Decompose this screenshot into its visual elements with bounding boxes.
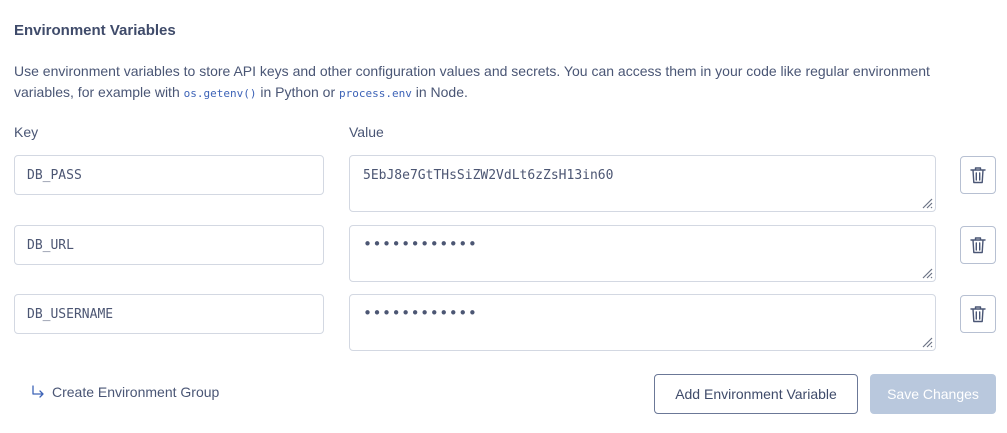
create-environment-group-label: Create Environment Group [52, 384, 220, 400]
resize-grip-icon[interactable] [921, 197, 933, 209]
section-title: Environment Variables [14, 22, 176, 39]
key-input-db-username[interactable]: DB_USERNAME [14, 294, 324, 334]
create-environment-group-link[interactable]: Create Environment Group [31, 384, 219, 400]
delete-variable-button[interactable] [960, 295, 996, 333]
value-input-db-pass[interactable]: 5EbJ8e7GtTHsSiZW2VdLt6zZsH13in60 [349, 155, 936, 212]
key-input-db-url[interactable]: DB_URL [14, 225, 324, 265]
description-text-1: Use environment variables to store API k… [14, 63, 930, 100]
code-process-env: process.env [339, 87, 412, 100]
corner-down-right-arrow-icon [32, 385, 44, 398]
trash-icon [970, 167, 986, 184]
description-text-3: in Node. [411, 84, 468, 100]
key-input-db-pass[interactable]: DB_PASS [14, 155, 324, 195]
code-getenv: os.getenv() [183, 87, 257, 100]
value-column-label: Value [349, 124, 384, 140]
environment-variables-panel: Environment Variables Use environment va… [0, 0, 1007, 433]
resize-grip-icon[interactable] [921, 336, 933, 348]
trash-icon [970, 306, 986, 323]
description-text-2: in Python or [256, 84, 339, 100]
value-input-db-url[interactable]: •••••••••••• [349, 225, 936, 282]
value-input-db-username[interactable]: •••••••••••• [349, 294, 936, 351]
save-changes-button[interactable]: Save Changes [870, 374, 996, 414]
resize-grip-icon[interactable] [921, 267, 933, 279]
masked-value-text: •••••••••••• [363, 304, 478, 322]
trash-icon [970, 237, 986, 254]
add-environment-variable-button[interactable]: Add Environment Variable [654, 374, 858, 414]
section-description: Use environment variables to store API k… [14, 61, 989, 104]
delete-variable-button[interactable] [960, 156, 996, 194]
delete-variable-button[interactable] [960, 226, 996, 264]
value-text: 5EbJ8e7GtTHsSiZW2VdLt6zZsH13in60 [363, 168, 614, 183]
masked-value-text: •••••••••••• [363, 235, 478, 253]
key-column-label: Key [14, 124, 39, 140]
